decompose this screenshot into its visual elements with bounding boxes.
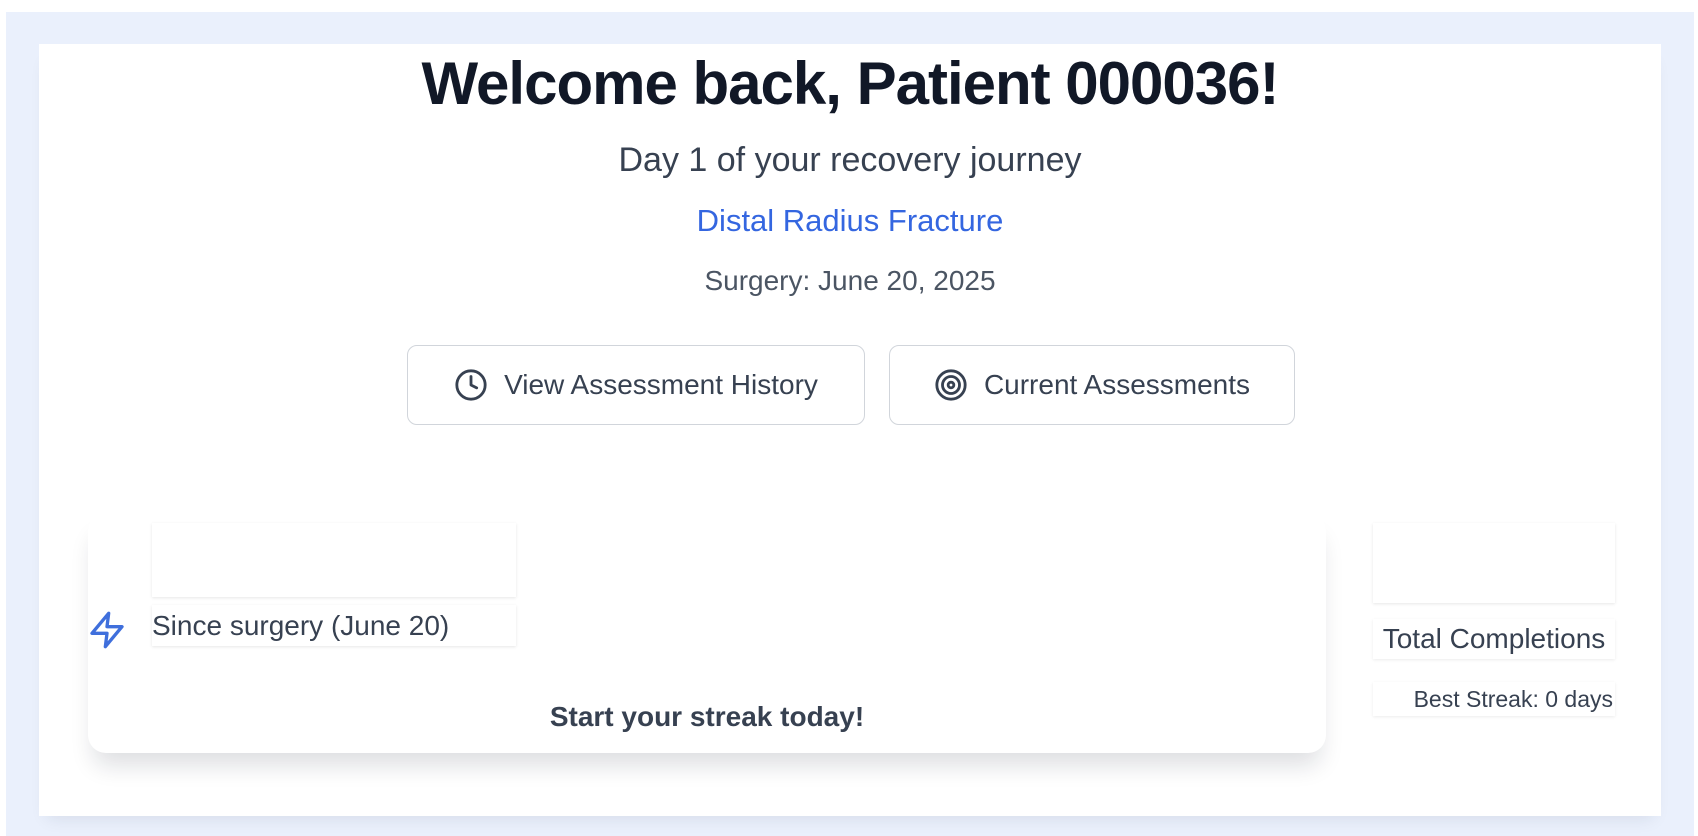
clock-icon — [454, 368, 488, 402]
view-assessment-history-label: View Assessment History — [504, 369, 818, 400]
lightning-icon — [87, 610, 127, 650]
streak-value — [152, 523, 516, 597]
dashboard-card: Welcome back, Patient 000036! Day 1 of y… — [39, 44, 1661, 816]
total-completions-value — [1373, 523, 1615, 603]
streak-cta: Start your streak today! — [549, 701, 865, 732]
current-assessments-button[interactable]: Current Assessments — [889, 345, 1295, 425]
best-streak-label: Best Streak: 0 days — [1373, 682, 1615, 716]
streak-since-label: Since surgery (June 20) — [152, 605, 516, 646]
recovery-day-subtitle: Day 1 of your recovery journey — [618, 141, 1082, 179]
current-assessments-label: Current Assessments — [983, 369, 1251, 400]
page-title: Welcome back, Patient 000036! — [421, 50, 1280, 117]
total-completions-label: Total Completions — [1373, 619, 1615, 659]
condition-name: Distal Radius Fracture — [696, 203, 1004, 238]
target-icon — [934, 368, 968, 402]
view-assessment-history-button[interactable]: View Assessment History — [407, 345, 865, 425]
surgery-date: Surgery: June 20, 2025 — [704, 265, 996, 296]
